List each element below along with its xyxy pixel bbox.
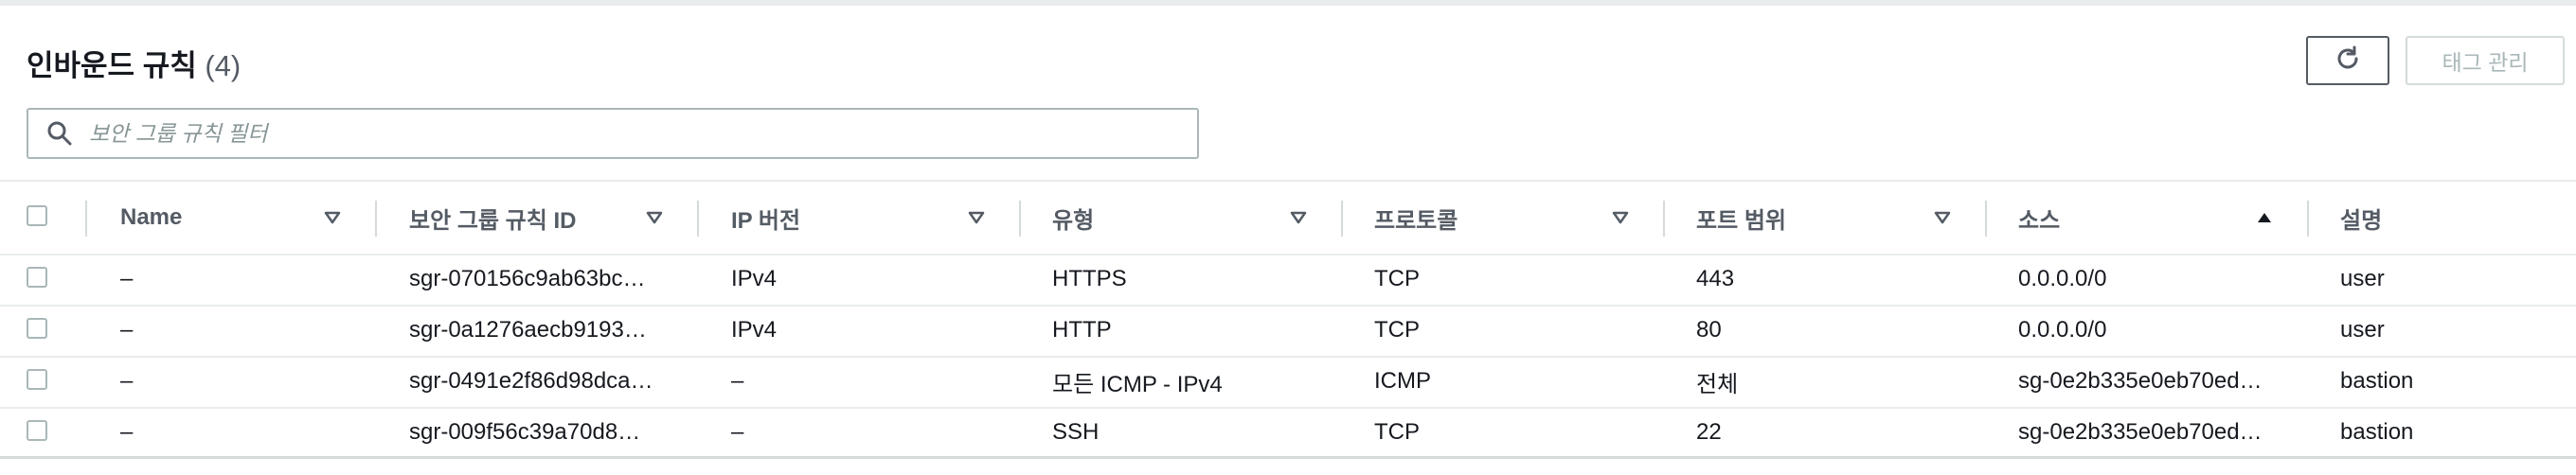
cell-ip-version: IPv4 <box>731 317 778 343</box>
sort-ascending-icon[interactable] <box>2254 207 2275 228</box>
header-name[interactable]: Name <box>120 182 182 254</box>
sort-toggle-icon[interactable] <box>966 207 987 228</box>
header-port-range[interactable]: 포트 범위 <box>1696 182 1786 254</box>
panel-title: 인바운드 규칙 (4) <box>27 42 241 84</box>
cell-description: user <box>2340 266 2385 291</box>
header-rule-id[interactable]: 보안 그룹 규칙 ID <box>409 182 576 254</box>
cell-type: HTTP <box>1052 317 1112 343</box>
table-header: Name 보안 그룹 규칙 ID IP 버전 유형 프로토콜 포트 범위 소스 … <box>0 180 2576 255</box>
row-checkbox[interactable] <box>27 318 47 339</box>
sort-toggle-icon[interactable] <box>644 207 665 228</box>
table-row[interactable]: – sgr-0a1276aecb9193… IPv4 HTTP TCP 80 0… <box>0 305 2576 358</box>
search-input[interactable] <box>87 119 1133 148</box>
row-checkbox[interactable] <box>27 369 47 390</box>
cell-protocol: TCP <box>1374 317 1420 343</box>
header-description[interactable]: 설명 <box>2340 182 2382 254</box>
cell-ip-version: IPv4 <box>731 266 778 291</box>
cell-rule-id: sgr-009f56c39a70d8… <box>409 419 641 445</box>
column-divider <box>1341 201 1343 237</box>
header-protocol[interactable]: 프로토콜 <box>1374 182 1458 254</box>
header-source[interactable]: 소스 <box>2018 182 2060 254</box>
cell-name: – <box>120 266 134 291</box>
cell-type: 모든 ICMP - IPv4 <box>1052 371 1223 397</box>
table-row[interactable]: – sgr-0491e2f86d98dca… – 모든 ICMP - IPv4 … <box>0 356 2576 409</box>
cell-protocol: TCP <box>1374 419 1420 445</box>
cell-name: – <box>120 419 134 445</box>
header-type[interactable]: 유형 <box>1052 182 1094 254</box>
sort-toggle-icon[interactable] <box>1932 207 1953 228</box>
column-divider <box>697 201 699 237</box>
header-ip-version[interactable]: IP 버전 <box>731 182 800 254</box>
column-divider <box>375 201 377 237</box>
search-icon <box>45 119 74 148</box>
sort-toggle-icon[interactable] <box>322 207 343 228</box>
cell-type: HTTPS <box>1052 266 1127 291</box>
sort-toggle-icon[interactable] <box>1288 207 1309 228</box>
cell-rule-id: sgr-0491e2f86d98dca… <box>409 368 653 394</box>
cell-name: – <box>120 368 134 394</box>
table-row[interactable]: – sgr-009f56c39a70d8… – SSH TCP 22 sg-0e… <box>0 407 2576 458</box>
cell-rule-id: sgr-070156c9ab63bc… <box>409 266 646 291</box>
cell-ip-version: – <box>731 419 744 445</box>
cell-protocol: TCP <box>1374 266 1420 291</box>
column-divider <box>1985 201 1987 237</box>
cell-description: bastion <box>2340 368 2414 394</box>
cell-description: user <box>2340 317 2385 343</box>
rule-filter-search[interactable] <box>27 108 1199 159</box>
cell-description: bastion <box>2340 419 2414 445</box>
sort-toggle-icon[interactable] <box>1610 207 1631 228</box>
panel-title-text: 인바운드 규칙 <box>27 49 197 82</box>
cell-source: 0.0.0.0/0 <box>2018 266 2107 291</box>
manage-tags-button[interactable]: 태그 관리 <box>2406 36 2565 85</box>
cell-ip-version: – <box>731 368 744 394</box>
cell-rule-id: sgr-0a1276aecb9193… <box>409 317 647 343</box>
cell-port-range: 443 <box>1696 266 1735 291</box>
column-divider <box>85 201 87 237</box>
cell-source: sg-0e2b335e0eb70ed… <box>2018 419 2263 445</box>
row-checkbox[interactable] <box>27 420 47 441</box>
refresh-button[interactable] <box>2306 36 2389 85</box>
rule-count: (4) <box>205 49 242 82</box>
cell-name: – <box>120 317 134 343</box>
cell-port-range: 22 <box>1696 419 1722 445</box>
row-checkbox[interactable] <box>27 267 47 288</box>
column-divider <box>1663 201 1665 237</box>
column-divider <box>1019 201 1021 237</box>
cell-source: 0.0.0.0/0 <box>2018 317 2107 343</box>
cell-source: sg-0e2b335e0eb70ed… <box>2018 368 2263 394</box>
cell-port-range: 전체 <box>1696 371 1739 397</box>
select-all-checkbox[interactable] <box>27 205 47 226</box>
column-divider <box>2307 201 2309 237</box>
cell-protocol: ICMP <box>1374 368 1431 394</box>
cell-type: SSH <box>1052 419 1100 445</box>
table-row[interactable]: – sgr-070156c9ab63bc… IPv4 HTTPS TCP 443… <box>0 254 2576 307</box>
cell-port-range: 80 <box>1696 317 1722 343</box>
refresh-icon <box>2334 44 2362 78</box>
